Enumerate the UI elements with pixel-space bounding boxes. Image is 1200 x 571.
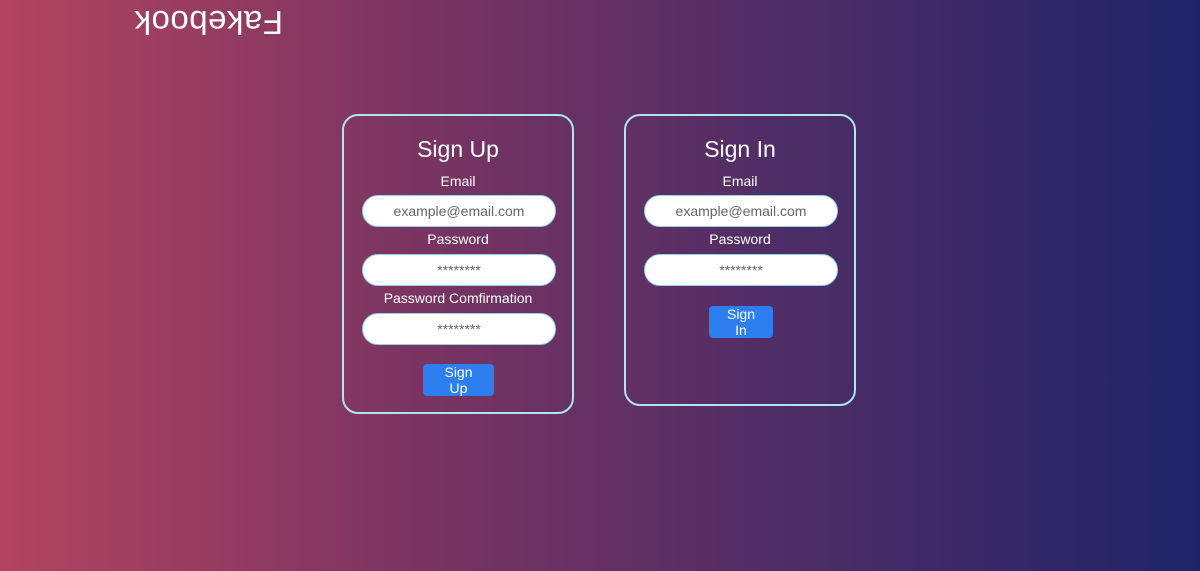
- signup-card: Sign Up Email Password Password Comfirma…: [342, 114, 574, 414]
- signin-password-input[interactable]: [644, 254, 838, 286]
- signup-password-input[interactable]: [362, 254, 556, 286]
- signin-password-label: Password: [709, 231, 771, 247]
- signup-password-label: Password: [427, 231, 489, 247]
- signup-button[interactable]: Sign Up: [423, 364, 494, 396]
- signin-button[interactable]: Sign In: [709, 306, 773, 338]
- signup-confirm-input[interactable]: [362, 313, 556, 345]
- signin-email-input[interactable]: [644, 195, 838, 227]
- signup-confirm-label: Password Comfirmation: [383, 290, 533, 306]
- signup-title: Sign Up: [417, 136, 499, 162]
- signup-email-input[interactable]: [362, 195, 556, 227]
- signin-card: Sign In Email Password Sign In: [624, 114, 856, 406]
- signup-email-label: Email: [440, 173, 476, 189]
- logo: Fakebook: [134, 4, 283, 41]
- signin-title: Sign In: [704, 136, 776, 162]
- signin-email-label: Email: [722, 173, 758, 189]
